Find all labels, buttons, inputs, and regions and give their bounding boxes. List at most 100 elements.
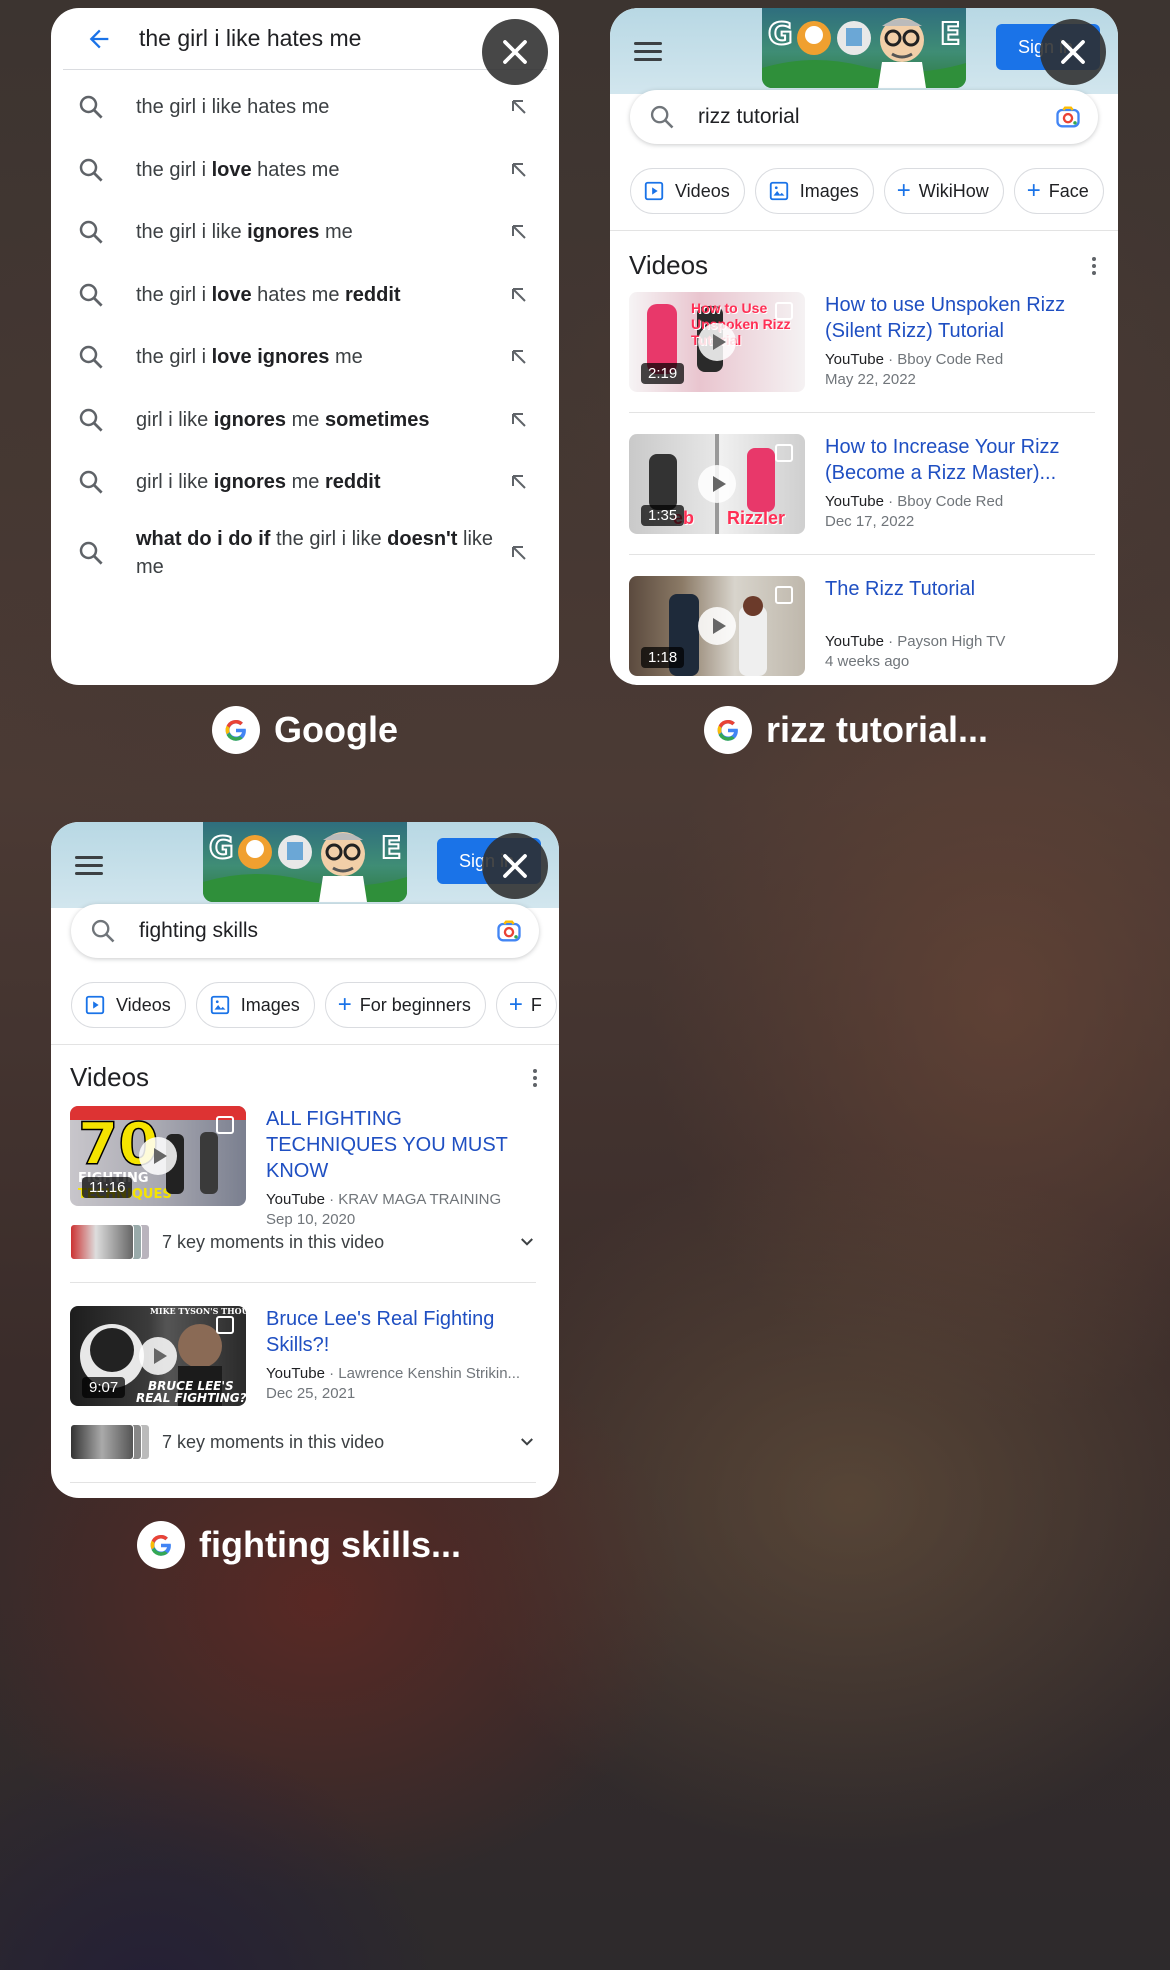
fill-query-arrow-icon[interactable] [507,408,531,432]
tab-label: Google [212,705,398,755]
suggestion-text: the girl i love hates me reddit [136,283,401,306]
key-moments-row[interactable]: 7 key moments in this video [70,1422,536,1462]
search-input[interactable]: the girl i like hates me [139,25,361,52]
video-platform: YouTube [825,633,884,650]
close-icon [1061,40,1085,64]
google-doodle[interactable]: G E [762,8,966,88]
filter-chip[interactable]: Images [754,168,874,214]
filter-chip[interactable]: + F [495,982,557,1028]
search-icon [650,105,674,129]
filter-chip[interactable]: + WikiHow [883,168,1004,214]
videos-heading: Videos [70,1062,150,1092]
svg-text:E: E [940,17,961,52]
video-result[interactable]: Rizzler eb 1:35 How to Increase Your Riz… [629,434,1095,534]
suggestion-item[interactable]: girl i like ignores me sometimes [51,389,559,452]
suggestion-text: the girl i like ignores me [136,221,353,244]
video-result[interactable]: MIKE TYSON'S THOUGHTS BRUCE LEE'S REAL F… [70,1306,536,1406]
video-source: YouTube · Payson High TV [825,633,1006,650]
tab-card-google[interactable]: the girl i like hates me the girl i like… [51,8,559,685]
close-tab-button[interactable] [1040,19,1106,85]
search-box[interactable]: rizz tutorial [630,90,1098,144]
back-arrow-icon[interactable] [85,25,113,53]
fill-query-arrow-icon[interactable] [507,470,531,494]
close-tab-button[interactable] [482,19,548,85]
tab-title: Google [274,709,398,750]
video-thumbnail[interactable]: MIKE TYSON'S THOUGHTS BRUCE LEE'S REAL F… [70,1306,246,1406]
video-channel: Bboy Code Red [897,493,1004,510]
expand-icon [775,586,793,604]
search-box[interactable]: fighting skills [71,904,539,958]
svg-text:G: G [209,831,234,866]
search-icon [79,221,103,244]
tab-title: fighting skills... [199,1524,462,1565]
tab-card-fighting-skills[interactable]: G E Sign in fighting skills VideosImages… [51,822,559,1498]
search-icon [79,541,103,565]
search-query[interactable]: fighting skills [139,919,495,943]
suggestion-text: the girl i love hates me [136,158,340,181]
filter-chip[interactable]: Videos [630,168,745,214]
fill-query-arrow-icon[interactable] [507,283,531,307]
fill-query-arrow-icon[interactable] [507,220,531,244]
video-date: Dec 25, 2021 [266,1385,356,1402]
search-icon [79,158,103,182]
suggestion-item[interactable]: the girl i like hates me [51,76,559,139]
search-query[interactable]: rizz tutorial [698,105,1054,129]
search-icon [91,919,115,943]
video-result[interactable]: 1:18 The Rizz Tutorial YouTube · Payson … [629,576,1095,676]
divider [70,1282,536,1283]
video-title[interactable]: How to Increase Your Rizz (Become a Rizz… [825,434,1095,486]
chevron-down-icon[interactable] [518,1233,536,1251]
fill-query-arrow-icon[interactable] [507,158,531,182]
key-moments-label: 7 key moments in this video [162,1431,385,1452]
fill-query-arrow-icon[interactable] [507,541,531,565]
expand-icon [775,302,793,320]
video-thumbnail[interactable]: 70 FIGHTING TECHNIQUES 11:16 [70,1106,246,1206]
google-lens-icon[interactable] [495,917,523,945]
suggestion-item[interactable]: the girl i love hates me reddit [51,264,559,327]
video-title[interactable]: Bruce Lee's Real Fighting Skills?! [266,1306,536,1358]
video-channel: Payson High TV [897,633,1006,650]
key-moments-thumbnails [70,1224,150,1260]
filter-chip[interactable]: Images [195,982,315,1028]
divider [629,554,1095,555]
video-date: Dec 17, 2022 [825,513,915,530]
suggestion-item[interactable]: girl i like ignores me reddit [51,451,559,514]
video-channel: KRAV MAGA TRAINING [338,1191,502,1208]
tab-card-rizz-tutorial[interactable]: G E Sign in rizz tutorial VideosImages+W… [610,8,1118,685]
suggestion-item[interactable]: the girl i like ignores me [51,201,559,264]
more-options-icon[interactable] [1092,256,1098,275]
close-tab-button[interactable] [482,833,548,899]
fill-query-arrow-icon[interactable] [507,95,531,119]
search-icon [79,346,103,369]
video-thumbnail[interactable]: 1:18 [629,576,805,676]
video-title[interactable]: The Rizz Tutorial [825,576,1095,602]
video-icon [644,181,664,201]
video-platform: YouTube [266,1191,325,1208]
more-options-icon[interactable] [533,1068,539,1087]
video-result[interactable]: 70 FIGHTING TECHNIQUES 11:16 ALL FIGHTIN… [70,1106,536,1230]
filter-chip[interactable]: Videos [71,982,186,1028]
video-result[interactable]: How to UseUnspoken RizzTutorial 2:19 How… [629,292,1095,392]
chevron-down-icon[interactable] [518,1433,536,1451]
filter-chip[interactable]: + For beginners [324,982,486,1028]
video-date: 4 weeks ago [825,653,910,670]
filter-chip[interactable]: + Face [1013,168,1104,214]
menu-icon[interactable] [75,856,103,876]
key-moments-row[interactable]: 7 key moments in this video [70,1222,536,1262]
video-thumbnail[interactable]: Rizzler eb 1:35 [629,434,805,534]
suggestion-item[interactable]: the girl i love ignores me [51,326,559,389]
chip-label: Images [799,180,859,201]
suggestion-item[interactable]: the girl i love hates me [51,139,559,202]
video-duration: 2:19 [641,363,685,384]
plus-icon: + [896,177,911,204]
suggestion-item[interactable]: what do i do if the girl i like doesn't … [51,514,559,592]
suggestion-text: the girl i like hates me [136,96,330,119]
menu-icon[interactable] [634,42,662,62]
google-doodle[interactable]: G E [203,822,407,902]
video-thumbnail[interactable]: How to UseUnspoken RizzTutorial 2:19 [629,292,805,392]
video-title[interactable]: ALL FIGHTING TECHNIQUES YOU MUST KNOW [266,1106,536,1184]
video-duration: 9:07 [82,1377,126,1398]
fill-query-arrow-icon[interactable] [507,345,531,369]
google-lens-icon[interactable] [1054,103,1082,131]
video-title[interactable]: How to use Unspoken Rizz (Silent Rizz) T… [825,292,1095,344]
